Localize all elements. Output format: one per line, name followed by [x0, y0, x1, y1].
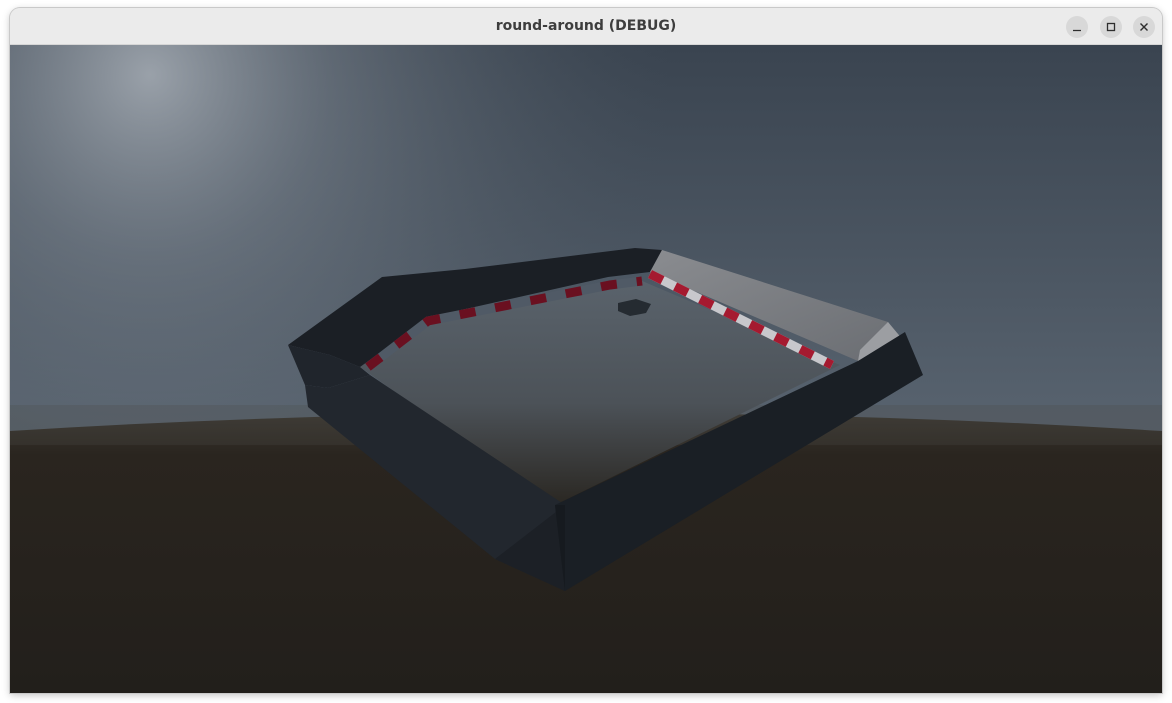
minimize-icon — [1073, 29, 1081, 32]
minimize-button[interactable] — [1066, 16, 1088, 38]
title-bar[interactable]: round-around (DEBUG) — [10, 8, 1162, 45]
game-viewport[interactable] — [10, 45, 1162, 693]
close-icon — [1140, 23, 1148, 31]
maximize-button[interactable] — [1100, 16, 1122, 38]
close-button[interactable] — [1133, 16, 1155, 38]
app-window: round-around (DEBUG) — [10, 8, 1162, 693]
maximize-icon — [1106, 22, 1116, 32]
window-title: round-around (DEBUG) — [495, 18, 677, 34]
game-scene[interactable] — [10, 45, 1162, 693]
